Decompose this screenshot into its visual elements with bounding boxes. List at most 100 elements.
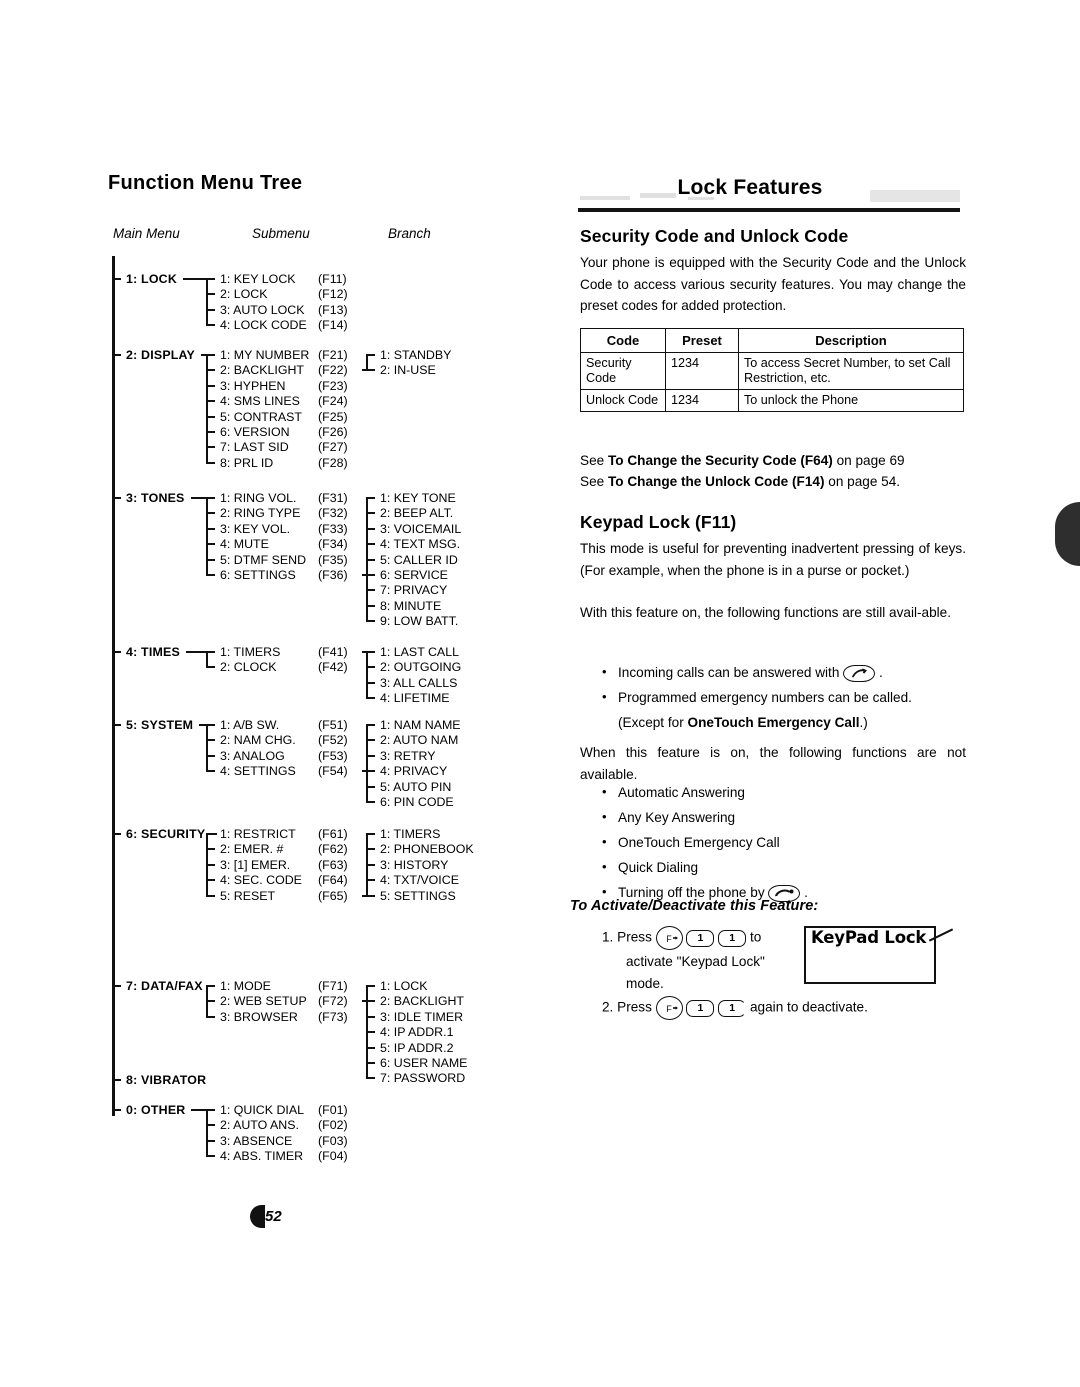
submenu-item[interactable]: 1: RING VOL.	[220, 491, 296, 505]
submenu-item[interactable]: 4: SMS LINES	[220, 394, 300, 408]
submenu-item[interactable]: 1: QUICK DIAL	[220, 1103, 304, 1117]
paragraph-still-available: With this feature on, the following func…	[580, 605, 951, 620]
tree-branch-tick	[366, 1077, 375, 1080]
submenu-item[interactable]: 1: A/B SW.	[220, 718, 279, 732]
main-menu-item[interactable]: 4: TIMES	[126, 645, 180, 659]
procedure-step-1-line2: activate "Keypad Lock"	[626, 954, 765, 969]
submenu-item[interactable]: 8: PRL ID	[220, 456, 273, 470]
branch-item[interactable]: 6: PIN CODE	[380, 795, 454, 809]
branch-item[interactable]: 5: SETTINGS	[380, 889, 456, 903]
fn-key-icon: F	[655, 996, 683, 1020]
page-number-ornament-left	[250, 1205, 265, 1228]
submenu-item[interactable]: 2: AUTO ANS.	[220, 1118, 299, 1132]
submenu-item[interactable]: 3: BROWSER	[220, 1010, 298, 1024]
branch-item[interactable]: 2: BEEP ALT.	[380, 506, 453, 520]
main-menu-item[interactable]: 0: OTHER	[126, 1103, 185, 1117]
branch-item[interactable]: 4: LIFETIME	[380, 691, 450, 705]
branch-item[interactable]: 3: RETRY	[380, 749, 436, 763]
main-menu-item[interactable]: 7: DATA/FAX	[126, 979, 203, 993]
submenu-item[interactable]: 3: ABSENCE	[220, 1134, 292, 1148]
submenu-item[interactable]: 5: DTMF SEND	[220, 553, 306, 567]
tree-branch-tick	[366, 848, 375, 851]
submenu-item[interactable]: 3: HYPHEN	[220, 379, 285, 393]
main-menu-item[interactable]: 5: SYSTEM	[126, 718, 193, 732]
branch-item[interactable]: 2: BACKLIGHT	[380, 994, 464, 1008]
branch-item[interactable]: 3: VOICEMAIL	[380, 522, 461, 536]
branch-item[interactable]: 3: HISTORY	[380, 858, 448, 872]
branch-item[interactable]: 4: PRIVACY	[380, 764, 447, 778]
branch-item[interactable]: 1: LOCK	[380, 979, 428, 993]
submenu-item[interactable]: 2: BACKLIGHT	[220, 363, 304, 377]
page-title-function-menu-tree: Function Menu Tree	[108, 172, 303, 194]
branch-item[interactable]: 4: TXT/VOICE	[380, 873, 459, 887]
tree-branch-tick	[206, 308, 215, 311]
submenu-function-code: (F72)	[318, 994, 348, 1009]
tree-branch-tick	[206, 400, 215, 403]
branch-item[interactable]: 5: IP ADDR.2	[380, 1041, 453, 1055]
submenu-item[interactable]: 1: TIMERS	[220, 645, 280, 659]
branch-item[interactable]: 1: NAM NAME	[380, 718, 461, 732]
branch-item[interactable]: 5: AUTO PIN	[380, 780, 451, 794]
submenu-item[interactable]: 6: SETTINGS	[220, 568, 296, 582]
see-prefix: See	[580, 453, 608, 468]
branch-item[interactable]: 4: TEXT MSG.	[380, 537, 460, 551]
submenu-item[interactable]: 3: [1] EMER.	[220, 858, 290, 872]
list-item: Quick Dialing	[580, 854, 970, 880]
submenu-item[interactable]: 2: EMER. #	[220, 842, 283, 856]
branch-item[interactable]: 3: ALL CALLS	[380, 676, 457, 690]
branch-item[interactable]: 2: PHONEBOOK	[380, 842, 474, 856]
tree-branch-tick	[206, 293, 215, 296]
branch-item[interactable]: 1: KEY TONE	[380, 491, 456, 505]
branch-item[interactable]: 6: USER NAME	[380, 1056, 467, 1070]
main-menu-item[interactable]: 1: LOCK	[126, 272, 177, 286]
tree-spine-tick	[112, 833, 121, 835]
submenu-item[interactable]: 1: MODE	[220, 979, 271, 993]
main-menu-item[interactable]: 2: DISPLAY	[126, 348, 195, 362]
submenu-item[interactable]: 1: KEY LOCK	[220, 272, 296, 286]
branch-item[interactable]: 5: CALLER ID	[380, 553, 458, 567]
submenu-item[interactable]: 4: SETTINGS	[220, 764, 296, 778]
submenu-item[interactable]: 2: WEB SETUP	[220, 994, 307, 1008]
main-menu-item[interactable]: 6: SECURITY	[126, 827, 205, 841]
submenu-item[interactable]: 4: ABS. TIMER	[220, 1149, 303, 1163]
branch-item[interactable]: 8: MINUTE	[380, 599, 441, 613]
branch-item[interactable]: 7: PRIVACY	[380, 583, 447, 597]
branch-item[interactable]: 4: IP ADDR.1	[380, 1025, 453, 1039]
submenu-item[interactable]: 1: RESTRICT	[220, 827, 296, 841]
submenu-item[interactable]: 2: NAM CHG.	[220, 733, 296, 747]
branch-item[interactable]: 3: IDLE TIMER	[380, 1010, 463, 1024]
submenu-item[interactable]: 4: MUTE	[220, 537, 269, 551]
submenu-item[interactable]: 2: CLOCK	[220, 660, 276, 674]
bullet-text: Programmed emergency numbers can be call…	[618, 690, 912, 705]
branch-item[interactable]: 2: IN-USE	[380, 363, 436, 377]
branch-item[interactable]: 1: TIMERS	[380, 827, 440, 841]
submenu-item[interactable]: 3: KEY VOL.	[220, 522, 290, 536]
exception-bold: OneTouch Emergency Call	[687, 715, 860, 730]
main-menu-item[interactable]: 8: VIBRATOR	[126, 1073, 206, 1087]
tree-branch-tick	[366, 1062, 375, 1064]
main-menu-item[interactable]: 3: TONES	[126, 491, 185, 505]
submenu-item[interactable]: 3: ANALOG	[220, 749, 285, 763]
branch-item[interactable]: 1: STANDBY	[380, 348, 451, 362]
submenu-item[interactable]: 5: RESET	[220, 889, 275, 903]
branch-item[interactable]: 2: AUTO NAM	[380, 733, 458, 747]
submenu-item[interactable]: 2: LOCK	[220, 287, 268, 301]
submenu-item[interactable]: 4: SEC. CODE	[220, 873, 302, 887]
tree-branch-tick	[366, 651, 375, 653]
branch-item[interactable]: 9: LOW BATT.	[380, 614, 458, 628]
branch-item[interactable]: 6: SERVICE	[380, 568, 448, 582]
submenu-item[interactable]: 3: AUTO LOCK	[220, 303, 304, 317]
submenu-item[interactable]: 1: MY NUMBER	[220, 348, 309, 362]
submenu-item[interactable]: 2: RING TYPE	[220, 506, 300, 520]
branch-item[interactable]: 2: OUTGOING	[380, 660, 461, 674]
submenu-function-code: (F51)	[318, 718, 348, 732]
branch-item[interactable]: 1: LAST CALL	[380, 645, 459, 659]
tree-branch-tick	[366, 666, 375, 669]
submenu-function-code: (F36)	[318, 568, 348, 582]
submenu-item[interactable]: 5: CONTRAST	[220, 410, 302, 424]
tree-branch-tick	[366, 527, 375, 530]
submenu-item[interactable]: 7: LAST SID	[220, 440, 289, 454]
submenu-item[interactable]: 6: VERSION	[220, 425, 290, 439]
branch-item[interactable]: 7: PASSWORD	[380, 1071, 465, 1085]
submenu-item[interactable]: 4: LOCK CODE	[220, 318, 307, 332]
